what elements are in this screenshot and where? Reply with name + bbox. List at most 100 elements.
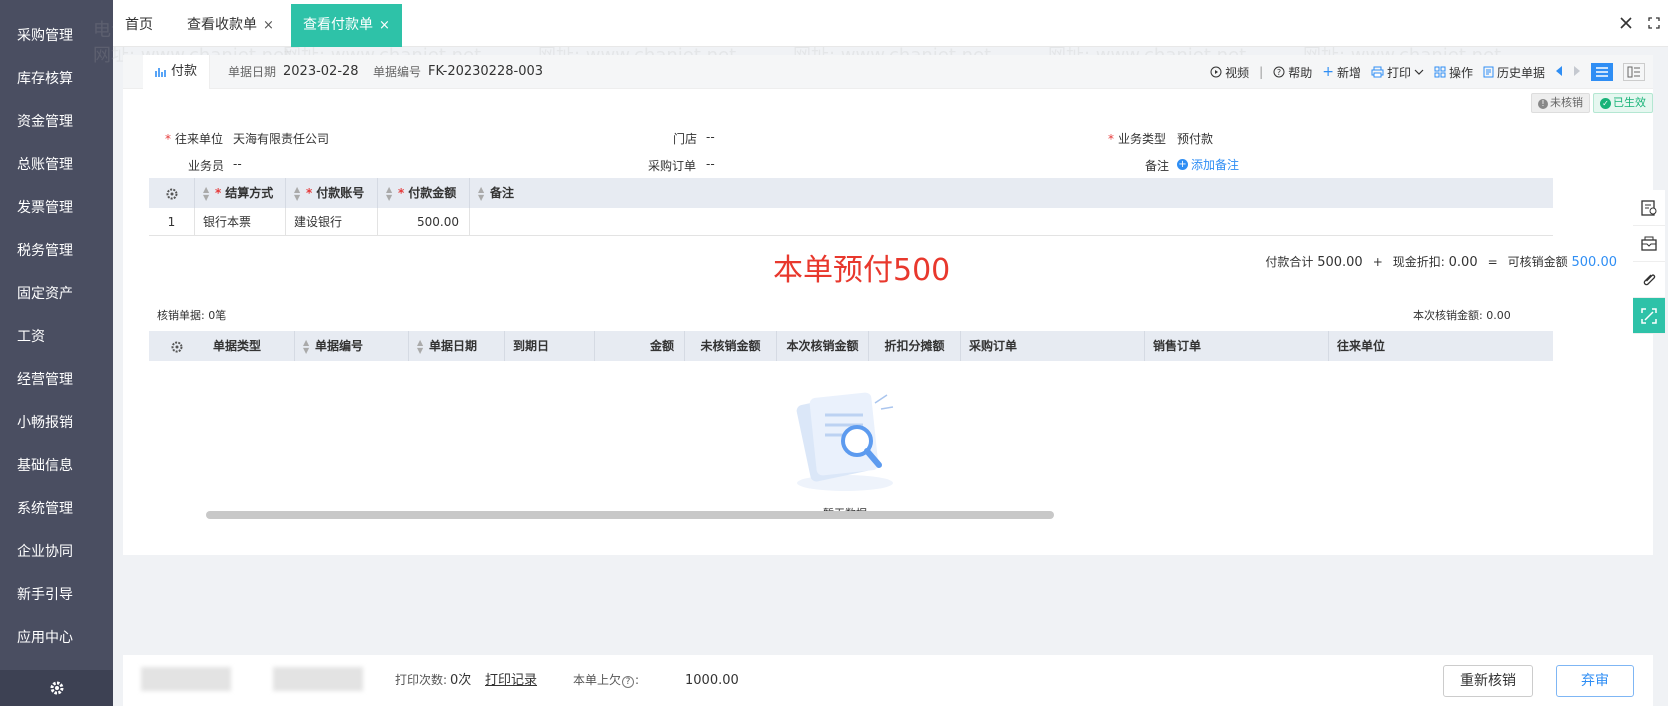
sort-icon[interactable]: ▲ ▼ [417, 338, 425, 355]
grid-icon [1434, 66, 1446, 78]
column-header-method[interactable]: ▲ ▼ * 结算方式 [195, 178, 286, 208]
sort-icon[interactable]: ▲ ▼ [294, 185, 302, 202]
sidebar-item-expense[interactable]: 小畅报销 [0, 402, 113, 445]
sidebar-item-general-ledger[interactable]: 总账管理 [0, 144, 113, 187]
sidebar-item-app-center[interactable]: 应用中心 [0, 617, 113, 660]
tab-view-payment[interactable]: 查看付款单 × [291, 4, 402, 47]
date-value: 2023-02-28 [283, 64, 359, 79]
svg-text:?: ? [1277, 68, 1281, 77]
abandon-audit-button[interactable]: 弃审 [1556, 665, 1634, 697]
print-button[interactable]: 打印 [1371, 64, 1424, 81]
sidebar-item-purchase[interactable]: 采购管理 [0, 15, 113, 58]
cell-method[interactable]: 银行本票 [195, 208, 286, 236]
column-header-so[interactable]: 销售订单 [1145, 331, 1329, 361]
column-header-due-date[interactable]: 到期日 [505, 331, 595, 361]
tab-home[interactable]: 首页 [113, 4, 165, 47]
partner-value[interactable]: 天海有限责任公司 [233, 130, 329, 147]
cell-note[interactable] [470, 208, 1553, 236]
attachment-icon[interactable] [1633, 262, 1665, 298]
print-record-link[interactable]: 打印记录 [485, 655, 537, 706]
add-remark-button[interactable]: + 添加备注 [1177, 156, 1239, 173]
add-button[interactable]: + 新增 [1322, 64, 1361, 81]
next-doc-icon[interactable] [1573, 65, 1581, 80]
pay-total: 付款合计 500.00 [1265, 255, 1363, 270]
detail-view-icon[interactable] [1623, 63, 1645, 81]
date-label: 单据日期 [228, 65, 277, 79]
sidebar-item-basic-info[interactable]: 基础信息 [0, 445, 113, 488]
column-header-partner[interactable]: 往来单位 [1329, 331, 1553, 361]
prev-debt-label: 本单上欠?: [573, 673, 640, 688]
close-all-icon[interactable] [1617, 14, 1635, 32]
po-label: 采购订单 [648, 159, 697, 173]
sidebar-item-fixed-assets[interactable]: 固定资产 [0, 273, 113, 316]
column-header-amount[interactable]: 金额 [595, 331, 685, 361]
sidebar-item-beginner-guide[interactable]: 新手引导 [0, 574, 113, 617]
doc-no-label: 单据编号 [373, 65, 422, 79]
column-header-unverified[interactable]: 未核销金额 [685, 331, 777, 361]
chevron-down-icon[interactable] [1414, 68, 1424, 76]
sidebar-item-invoice[interactable]: 发票管理 [0, 187, 113, 230]
column-header-discount[interactable]: 折扣分摊额 [869, 331, 961, 361]
operate-button[interactable]: 操作 [1434, 64, 1473, 81]
sidebar-menu: 采购管理 库存核算 资金管理 总账管理 发票管理 税务管理 固定资产 工资 经营… [0, 15, 113, 660]
horizontal-scrollbar[interactable] [206, 511, 1054, 519]
tab-label: 首页 [125, 17, 153, 33]
salesman-value[interactable]: -- [233, 157, 242, 171]
column-header-po[interactable]: 采购订单 [961, 331, 1145, 361]
help-button[interactable]: ? 帮助 [1273, 64, 1312, 81]
column-header-doc-type[interactable]: 单据类型 [205, 331, 295, 361]
document-type-tab[interactable]: 付款 [143, 55, 211, 89]
column-header-doc-date[interactable]: ▲ ▼ 单据日期 [409, 331, 505, 361]
sort-icon[interactable]: ▲ ▼ [386, 185, 394, 202]
column-header-doc-no[interactable]: ▲ ▼ 单据编号 [295, 331, 409, 361]
column-header-note[interactable]: ▲ ▼ 备注 [470, 178, 1553, 208]
plus-sign: + [1372, 254, 1383, 269]
video-button[interactable]: 视频 [1210, 64, 1249, 81]
column-settings-icon[interactable] [149, 331, 205, 361]
tab-view-receipt[interactable]: 查看收款单 × [175, 4, 286, 47]
totals-bar: 付款合计 500.00 + 现金折扣: 0.00 = 可核销金额 500.00 [1265, 253, 1617, 271]
tab-bar: 首页 查看收款单 × 查看付款单 × [113, 0, 1668, 47]
column-settings-icon[interactable] [149, 178, 195, 208]
column-header-account[interactable]: ▲ ▼ * 付款账号 [286, 178, 378, 208]
check-circle-icon: ✓ [1600, 98, 1611, 109]
sidebar-item-tax[interactable]: 税务管理 [0, 230, 113, 273]
list-view-icon[interactable] [1591, 63, 1613, 81]
partner-label: * 往来单位 [165, 130, 223, 147]
sort-icon[interactable]: ▲ ▼ [478, 185, 486, 202]
biz-type-value[interactable]: 预付款 [1177, 130, 1213, 147]
sidebar-item-inventory-costing[interactable]: 库存核算 [0, 58, 113, 101]
cell-account[interactable]: 建设银行 [286, 208, 378, 236]
effective-badge: ✓ 已生效 [1593, 93, 1653, 113]
column-header-current[interactable]: 本次核销金额 [777, 331, 869, 361]
audit-log-icon[interactable] [1633, 190, 1665, 226]
message-icon[interactable] [1633, 226, 1665, 262]
empty-state-icon [783, 385, 903, 498]
column-header-amount[interactable]: ▲ ▼ * 付款金额 [378, 178, 470, 208]
expand-icon[interactable] [1633, 298, 1665, 334]
info-icon: ! [1538, 99, 1548, 109]
sidebar-item-collaboration[interactable]: 企业协同 [0, 531, 113, 574]
history-button[interactable]: 历史单据 [1483, 64, 1545, 81]
sort-icon[interactable]: ▲ ▼ [303, 338, 311, 355]
sidebar-item-system[interactable]: 系统管理 [0, 488, 113, 531]
cell-amount[interactable]: 500.00 [378, 208, 470, 236]
effective-label: 已生效 [1613, 96, 1646, 109]
sort-icon[interactable]: ▲ ▼ [203, 185, 211, 202]
tab-close-icon[interactable]: × [379, 18, 390, 33]
reverify-button[interactable]: 重新核销 [1443, 665, 1533, 697]
sidebar-item-payroll[interactable]: 工资 [0, 316, 113, 359]
help-icon[interactable]: ? [622, 676, 635, 688]
settings-gear-icon[interactable] [0, 670, 113, 706]
chart-icon [155, 68, 166, 77]
store-value[interactable]: -- [706, 130, 715, 144]
tab-close-icon[interactable]: × [263, 18, 274, 33]
document-toolbar: 付款 单据日期 2023-02-28 单据编号 FK-20230228-003 … [123, 55, 1653, 89]
prev-doc-icon[interactable] [1555, 65, 1563, 80]
sidebar-item-funds[interactable]: 资金管理 [0, 101, 113, 144]
po-value[interactable]: -- [706, 157, 715, 171]
fullscreen-icon[interactable] [1645, 14, 1663, 32]
table-row[interactable]: 1 银行本票 建设银行 500.00 [149, 208, 1553, 236]
sidebar-item-operations[interactable]: 经营管理 [0, 359, 113, 402]
plus-circle-icon: + [1177, 159, 1188, 170]
